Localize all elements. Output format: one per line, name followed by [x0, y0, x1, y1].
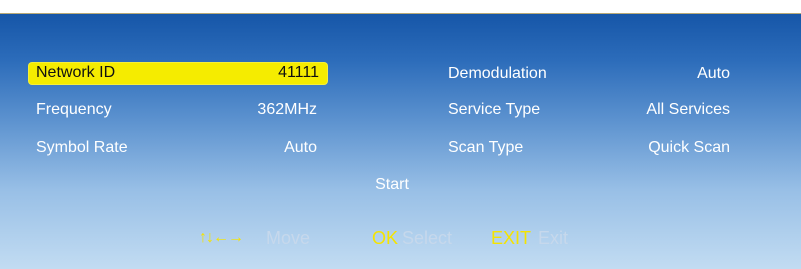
service-type-value: All Services — [646, 101, 730, 118]
exit-hint-label: Exit — [538, 228, 569, 248]
scan-settings-screen: Network ID 41111 Frequency 362MHz Symbol… — [0, 0, 801, 269]
symbol-rate-value: Auto — [284, 139, 317, 156]
symbol-rate-label: Symbol Rate — [36, 139, 128, 156]
frequency-label: Frequency — [36, 101, 112, 118]
menu-row-symbol-rate[interactable]: Symbol Rate Auto — [29, 138, 327, 159]
ok-key-label: OK — [372, 228, 399, 248]
top-border — [0, 0, 801, 14]
demodulation-label: Demodulation — [448, 65, 547, 82]
menu-row-frequency[interactable]: Frequency 362MHz — [29, 100, 327, 121]
key-hint-bar: ↑↓←→ Move OK Select EXIT Exit — [0, 226, 801, 250]
menu-row-service-type[interactable]: Service Type All Services — [448, 100, 748, 121]
start-button[interactable]: Start — [362, 175, 422, 196]
scan-type-label: Scan Type — [448, 139, 524, 156]
exit-key-label: EXIT — [491, 228, 532, 248]
service-type-label: Service Type — [448, 101, 541, 118]
network-id-value: 41111 — [278, 64, 319, 81]
scan-type-value: Quick Scan — [648, 139, 730, 156]
network-id-label: Network ID — [36, 64, 116, 81]
frequency-value: 362MHz — [257, 101, 317, 118]
menu-row-scan-type[interactable]: Scan Type Quick Scan — [448, 138, 748, 159]
arrow-keys-icon: ↑↓←→ — [199, 229, 244, 246]
select-hint-label: Select — [402, 228, 453, 248]
move-hint-label: Move — [266, 228, 311, 248]
start-label: Start — [375, 176, 409, 193]
menu-row-demodulation[interactable]: Demodulation Auto — [448, 64, 748, 85]
demodulation-value: Auto — [697, 65, 730, 82]
menu-row-network-id[interactable]: Network ID 41111 — [29, 63, 327, 84]
